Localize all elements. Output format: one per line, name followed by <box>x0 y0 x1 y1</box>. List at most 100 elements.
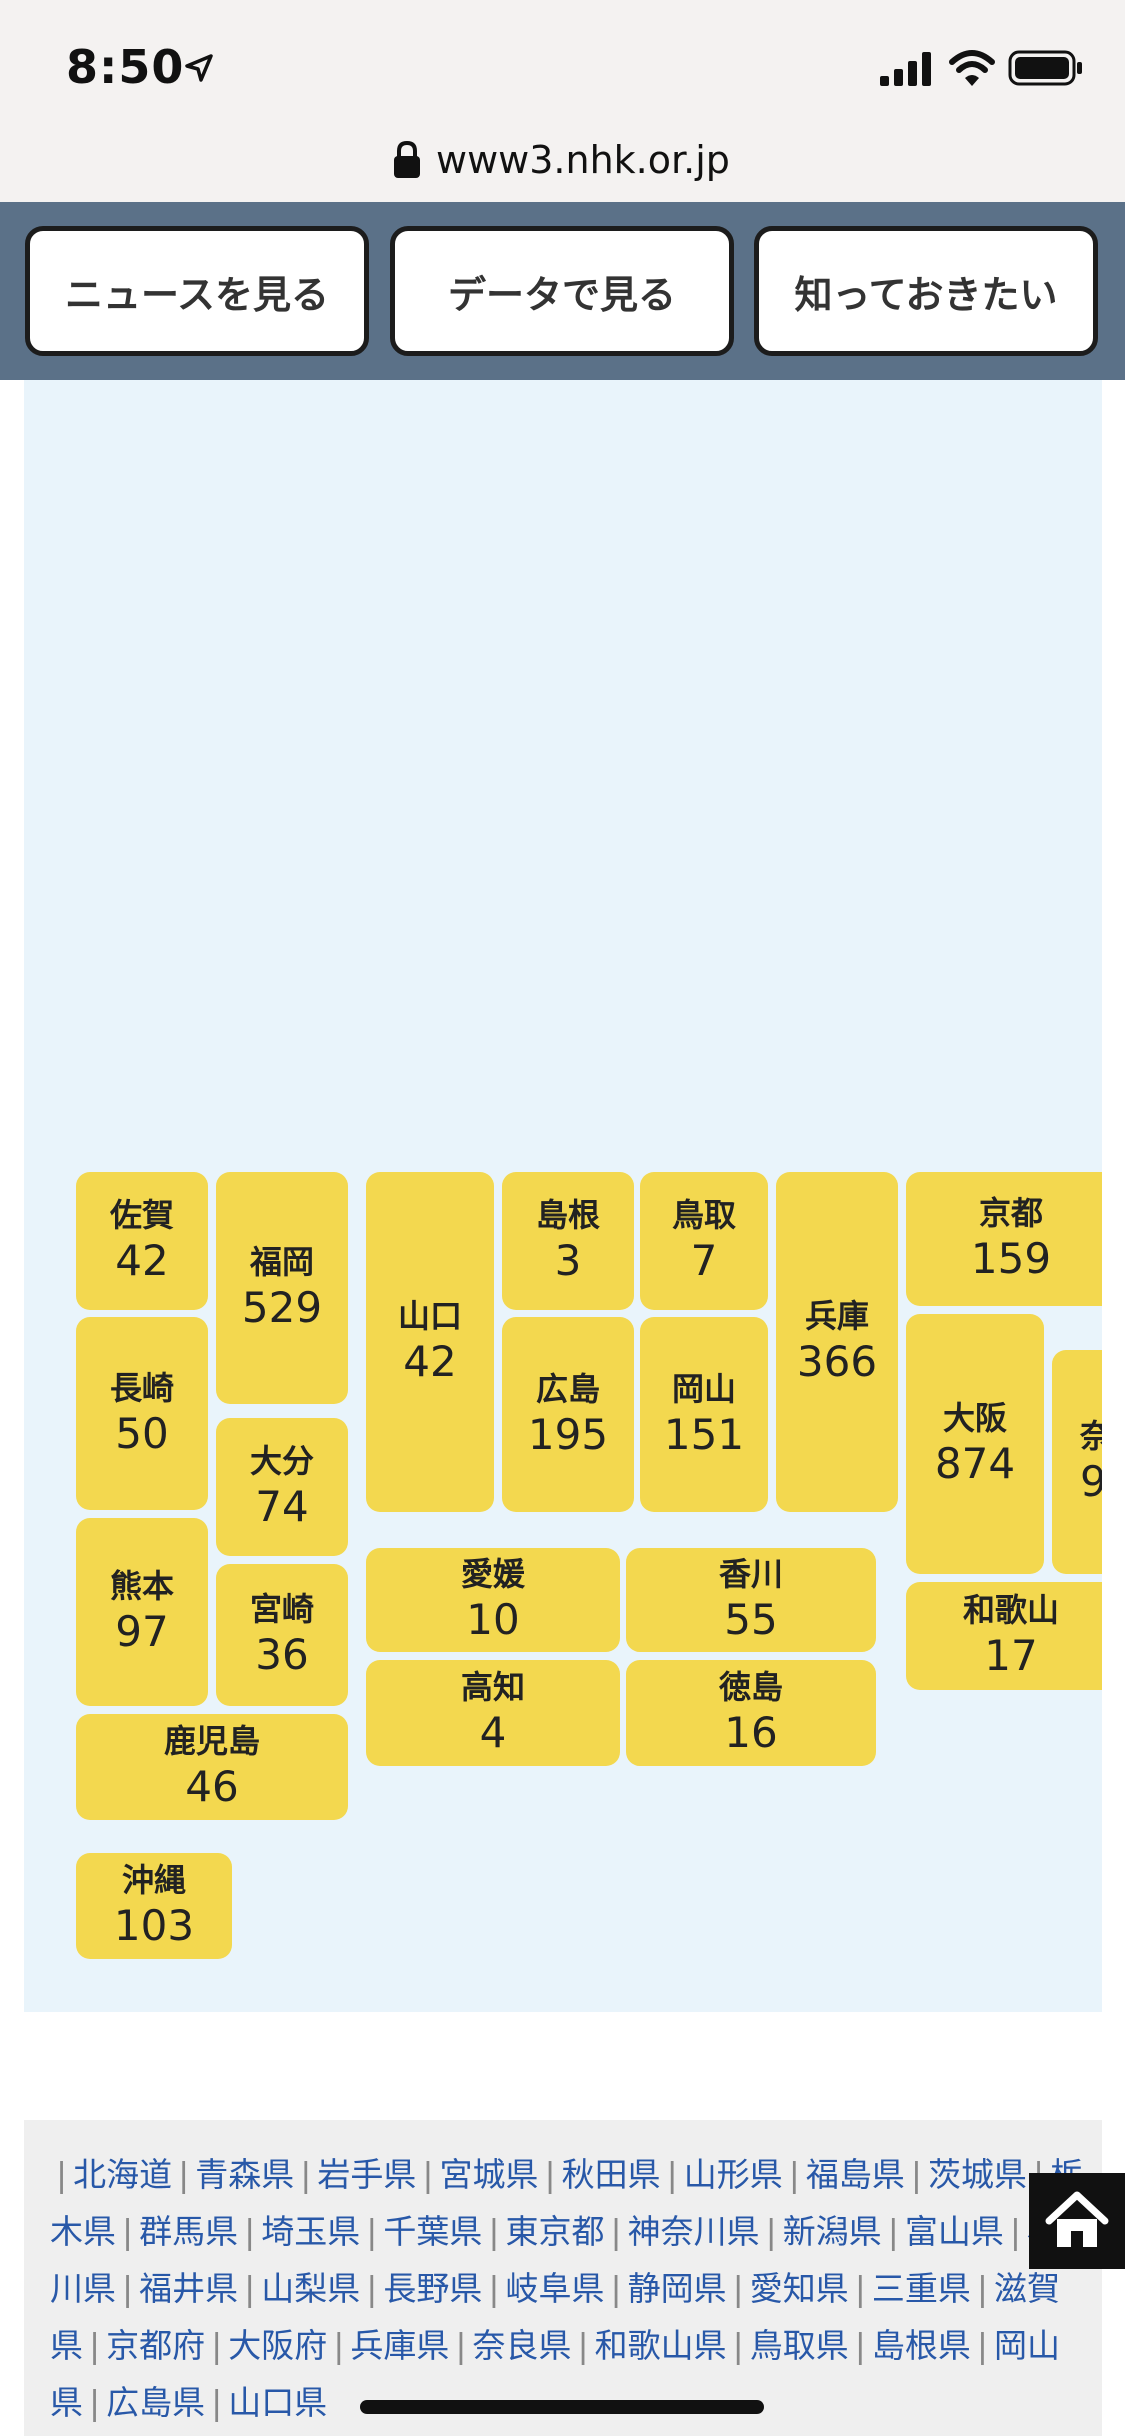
pref-name: 鹿児島 <box>163 1722 260 1760</box>
link-separator: | <box>976 2326 988 2365</box>
prefecture-link[interactable]: 山口県 <box>228 2383 327 2422</box>
pref-name: 宮崎 <box>249 1590 314 1628</box>
prefecture-link[interactable]: 長野県 <box>383 2269 482 2308</box>
prefecture-link[interactable]: 秋田県 <box>562 2155 661 2194</box>
prefecture-link[interactable]: 富山県 <box>905 2212 1004 2251</box>
pref-name: 岡山 <box>671 1369 736 1408</box>
pref-miyazaki[interactable]: 宮崎 36 <box>216 1564 348 1706</box>
link-separator: | <box>577 2326 589 2365</box>
map-logo-fragment <box>50 380 310 398</box>
pref-hiroshima[interactable]: 広島 195 <box>502 1317 634 1512</box>
pref-nagasaki[interactable]: 長崎 50 <box>76 1317 208 1510</box>
prefecture-link[interactable]: 青森県 <box>195 2155 294 2194</box>
pref-name: 福岡 <box>249 1243 314 1281</box>
prefecture-link[interactable]: 新潟県 <box>783 2212 882 2251</box>
pref-name: 徳島 <box>718 1668 783 1706</box>
pref-name: 香川 <box>718 1555 783 1593</box>
pref-value: 159 <box>970 1234 1052 1283</box>
pref-name: 鳥取 <box>671 1196 736 1234</box>
link-separator: | <box>122 2212 134 2251</box>
pref-tottori[interactable]: 鳥取 7 <box>640 1172 768 1310</box>
pref-okayama[interactable]: 岡山 151 <box>640 1317 768 1512</box>
prefecture-link[interactable]: 千葉県 <box>383 2212 482 2251</box>
prefecture-link[interactable]: 山梨県 <box>261 2269 360 2308</box>
link-separator: | <box>666 2155 678 2194</box>
pref-kyoto[interactable]: 京都 159 <box>906 1172 1102 1306</box>
pref-nara[interactable]: 奈 9 <box>1052 1350 1102 1574</box>
prefecture-link[interactable]: 京都府 <box>106 2326 205 2365</box>
pref-kochi[interactable]: 高知 4 <box>366 1660 620 1766</box>
lock-icon <box>394 140 420 178</box>
pref-kagoshima[interactable]: 鹿児島 46 <box>76 1714 348 1820</box>
home-button[interactable] <box>1029 2173 1125 2269</box>
prefecture-link[interactable]: 福島県 <box>806 2155 905 2194</box>
prefecture-link[interactable]: 愛知県 <box>750 2269 849 2308</box>
wifi-icon <box>949 50 995 86</box>
prefecture-link[interactable]: 東京都 <box>506 2212 605 2251</box>
pref-saga[interactable]: 佐賀 42 <box>76 1172 208 1310</box>
link-separator: | <box>422 2155 434 2194</box>
pref-kagawa[interactable]: 香川 55 <box>626 1548 876 1652</box>
link-separator: | <box>544 2155 556 2194</box>
pref-yamaguchi[interactable]: 山口 42 <box>366 1172 494 1512</box>
location-arrow-icon <box>185 54 213 82</box>
pref-value: 16 <box>724 1708 778 1757</box>
pref-osaka[interactable]: 大阪 874 <box>906 1314 1044 1574</box>
url-text: www3.nhk.or.jp <box>436 138 730 182</box>
pref-value: 195 <box>527 1409 609 1459</box>
prefecture-link[interactable]: 宮城県 <box>440 2155 539 2194</box>
link-separator: | <box>366 2269 378 2308</box>
prefecture-link[interactable]: 鳥取県 <box>750 2326 849 2365</box>
pref-name: 高知 <box>460 1668 525 1706</box>
data-button[interactable]: データで見る <box>390 226 734 356</box>
prefecture-link[interactable]: 神奈川県 <box>628 2212 760 2251</box>
prefecture-link[interactable]: 北海道 <box>73 2155 172 2194</box>
news-button[interactable]: ニュースを見る <box>25 226 369 356</box>
pref-name: 兵庫 <box>804 1297 869 1335</box>
link-separator: | <box>122 2269 134 2308</box>
know-button[interactable]: 知っておきたい <box>754 226 1098 356</box>
prefecture-link[interactable]: 島根県 <box>872 2326 971 2365</box>
prefecture-link[interactable]: 山形県 <box>684 2155 783 2194</box>
pref-name: 広島 <box>535 1369 600 1408</box>
battery-icon <box>1008 50 1082 86</box>
link-separator: | <box>765 2212 777 2251</box>
pref-value: 42 <box>403 1337 457 1386</box>
pref-hyogo[interactable]: 兵庫 366 <box>776 1172 898 1512</box>
prefecture-link[interactable]: 岐阜県 <box>506 2269 605 2308</box>
url-bar[interactable]: www3.nhk.or.jp <box>0 130 1125 202</box>
pref-oita[interactable]: 大分 74 <box>216 1418 348 1556</box>
pref-value: 55 <box>724 1595 778 1644</box>
link-separator: | <box>89 2383 101 2422</box>
cellular-signal-icon <box>880 52 931 86</box>
pref-ehime[interactable]: 愛媛 10 <box>366 1548 620 1652</box>
prefecture-link[interactable]: 奈良県 <box>473 2326 572 2365</box>
prefecture-link[interactable]: 埼玉県 <box>261 2212 360 2251</box>
prefecture-link[interactable]: 大阪府 <box>228 2326 327 2365</box>
prefecture-link[interactable]: 広島県 <box>106 2383 205 2422</box>
link-separator: | <box>788 2155 800 2194</box>
link-separator: | <box>732 2269 744 2308</box>
prefecture-link[interactable]: 三重県 <box>872 2269 971 2308</box>
pref-name: 長崎 <box>109 1368 174 1407</box>
pref-name: 山口 <box>397 1297 462 1335</box>
prefecture-link[interactable]: 福井県 <box>139 2269 238 2308</box>
pref-kumamoto[interactable]: 熊本 97 <box>76 1518 208 1706</box>
pref-tokushima[interactable]: 徳島 16 <box>626 1660 876 1766</box>
pref-value: 3 <box>554 1236 582 1285</box>
pref-value: 874 <box>934 1439 1016 1488</box>
link-separator: | <box>366 2212 378 2251</box>
prefecture-link[interactable]: 群馬県 <box>139 2212 238 2251</box>
pref-value: 50 <box>115 1408 169 1458</box>
prefecture-link[interactable]: 岩手県 <box>317 2155 416 2194</box>
pref-shimane[interactable]: 島根 3 <box>502 1172 634 1310</box>
prefecture-link[interactable]: 茨城県 <box>928 2155 1027 2194</box>
pref-okinawa[interactable]: 沖縄 103 <box>76 1853 232 1959</box>
prefecture-link[interactable]: 静岡県 <box>628 2269 727 2308</box>
pref-wakayama[interactable]: 和歌山 17 <box>906 1582 1102 1690</box>
pref-fukuoka[interactable]: 福岡 529 <box>216 1172 348 1404</box>
prefecture-link-list: |北海道|青森県|岩手県|宮城県|秋田県|山形県|福島県|茨城県|栃木県|群馬県… <box>24 2120 1102 2436</box>
prefecture-link[interactable]: 和歌山県 <box>595 2326 727 2365</box>
prefecture-link[interactable]: 兵庫県 <box>350 2326 449 2365</box>
pref-value: 9 <box>1080 1457 1102 1506</box>
